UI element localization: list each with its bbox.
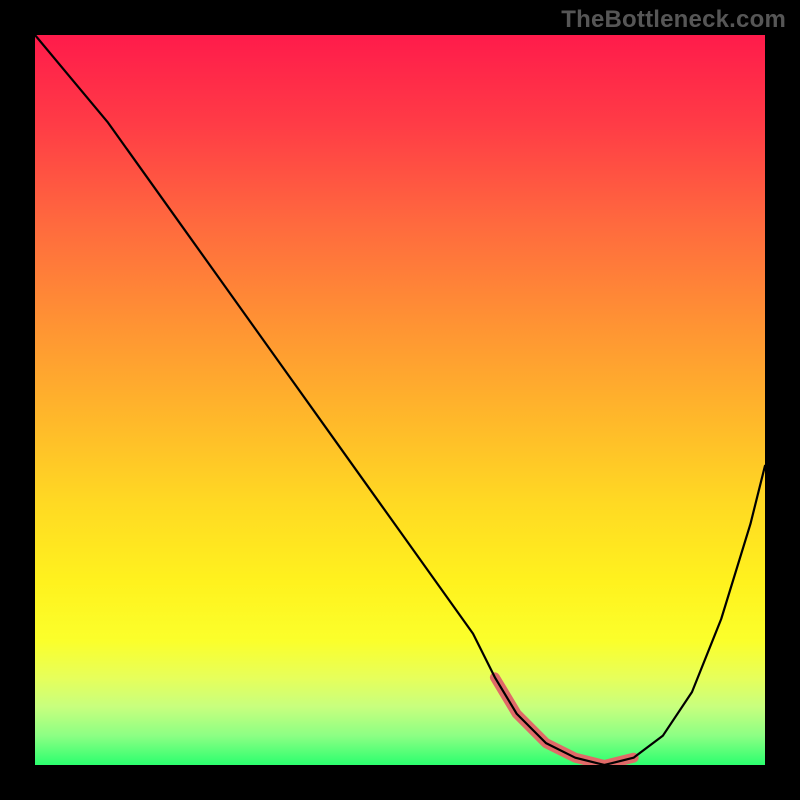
- chart-frame: TheBottleneck.com: [0, 0, 800, 800]
- watermark-text: TheBottleneck.com: [561, 6, 786, 34]
- curve-svg: [35, 35, 765, 765]
- plot-area: [35, 35, 765, 765]
- bottleneck-curve: [35, 35, 765, 765]
